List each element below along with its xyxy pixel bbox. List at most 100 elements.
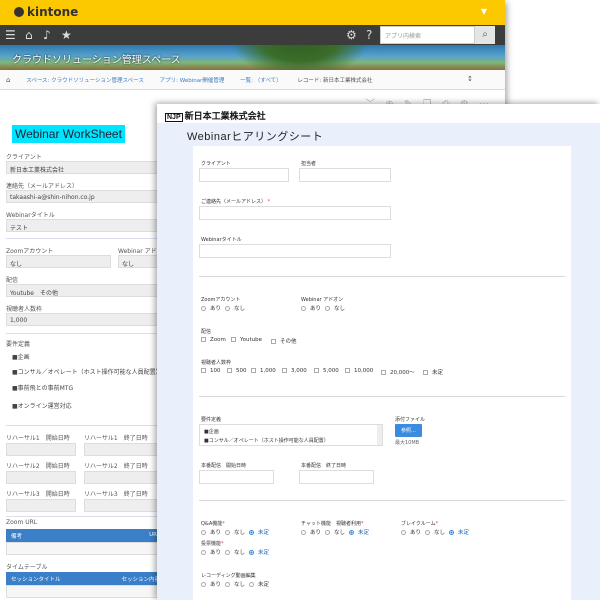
requirements-textarea[interactable]: ■企画 ■コンサル／オペレート（ホスト操作可能な人員配置） [199, 424, 383, 446]
recording-option[interactable]: あり [201, 580, 221, 588]
option-label: なし [234, 530, 246, 536]
scrollbar[interactable] [377, 425, 382, 445]
checkbox-icon [423, 370, 428, 375]
live-end-label: 本番配信 終了日時 [301, 463, 347, 469]
viewers-option[interactable]: 20,000〜 [381, 368, 415, 376]
bell-icon[interactable]: ♪ [43, 28, 51, 42]
timetable-header: セッションタイトル セッション内容 [6, 572, 166, 585]
viewers-label: 視聴者人数枠 [6, 306, 43, 313]
live-start-input[interactable] [199, 470, 274, 484]
palm-tree-image [230, 45, 370, 70]
rehearsal3-start-value [6, 499, 76, 512]
recording-option[interactable]: なし [225, 580, 245, 588]
chat-option[interactable]: 未定 [349, 528, 369, 536]
breakout-option[interactable]: 未定 [449, 528, 469, 536]
breadcrumb-space[interactable]: スペース: クラウドソリューション管理スペース [26, 78, 144, 84]
client-input[interactable] [199, 168, 289, 182]
rehearsal2-end-label: リハーサル2 終了日時 [84, 463, 148, 470]
home-icon[interactable]: ⌂ [6, 76, 10, 84]
recording-option[interactable]: 未定 [249, 580, 269, 588]
option-label: あり [410, 530, 422, 536]
kintone-logo[interactable]: kintone [14, 5, 78, 19]
requirement-item: ■企画 [12, 354, 30, 361]
required-mark: * [267, 199, 271, 205]
checkbox-icon [201, 337, 206, 342]
option-label: あり [210, 530, 222, 536]
zoom-account-option[interactable]: なし [225, 304, 245, 312]
radio-icon [201, 306, 206, 311]
option-label: あり [210, 550, 222, 556]
search-icon[interactable]: ⌕ [475, 26, 495, 44]
divider [6, 238, 166, 239]
viewers-option[interactable]: 1,000 [251, 368, 276, 374]
app-search-input[interactable]: アプリ内検索 [380, 26, 475, 44]
record-pager-icon[interactable]: ↕ [467, 75, 473, 83]
delivery-value: Youtube その他 [6, 284, 161, 297]
required-mark: * [221, 541, 224, 547]
breadcrumb-app[interactable]: アプリ: Webinar開催管理 [160, 78, 225, 84]
option-label: 10,000 [354, 368, 374, 374]
rehearsal2-start-value [6, 471, 76, 484]
qa-label-text: Q&A機能 [201, 521, 223, 527]
option-label: あり [310, 306, 322, 312]
poll-option[interactable]: 未定 [249, 548, 269, 556]
live-end-input[interactable] [299, 470, 374, 484]
delivery-option[interactable]: その他 [271, 337, 297, 345]
viewers-option[interactable]: 3,000 [282, 368, 307, 374]
breakout-option[interactable]: あり [401, 528, 421, 536]
rehearsal1-start-value [6, 443, 76, 456]
required-mark: * [435, 521, 439, 527]
help-icon[interactable]: ? [366, 28, 372, 42]
option-label: 100 [210, 368, 221, 374]
njp-logo-mark: NJP [165, 113, 183, 122]
gear-icon[interactable]: ⚙ [346, 28, 357, 42]
requirement-item: ■コンサル／オペレート（ホスト操作可能な人員配置） [204, 438, 329, 444]
option-label: なし [234, 582, 246, 588]
email-label-text: ご連絡先（メールアドレス） [201, 199, 267, 205]
qa-option[interactable]: あり [201, 528, 221, 536]
webinar-title-input[interactable] [199, 244, 391, 258]
contact-label: 連絡先（メールアドレス） [6, 183, 79, 190]
zoom-account-option[interactable]: あり [201, 304, 221, 312]
addon-option[interactable]: なし [325, 304, 345, 312]
browse-file-button[interactable]: 参照… [395, 424, 423, 437]
chevron-down-icon[interactable]: ▼ [481, 7, 487, 16]
poll-option[interactable]: あり [201, 548, 221, 556]
email-input[interactable] [199, 206, 391, 220]
form-header: NJP 新日本工業株式会社 [157, 104, 600, 124]
delivery-option[interactable]: Zoom [201, 337, 226, 343]
option-label: なし [334, 306, 346, 312]
timetable-col-title: セッションタイトル [11, 577, 61, 583]
viewers-option[interactable]: 500 [227, 368, 247, 374]
rehearsal1-end-label: リハーサル1 終了日時 [84, 435, 148, 442]
person-input[interactable] [299, 168, 391, 182]
webinar-title-value: テスト [6, 219, 161, 232]
addon-option[interactable]: あり [301, 304, 321, 312]
viewers-option[interactable]: 100 [201, 368, 221, 374]
qa-option[interactable]: 未定 [249, 528, 269, 536]
home-icon[interactable]: ⌂ [25, 28, 33, 42]
radio-icon [201, 530, 206, 535]
radio-icon [201, 582, 206, 587]
qa-label: Q&A機能* [201, 520, 225, 527]
option-label: 5,000 [323, 368, 339, 374]
attachment-note: 最大10MB [395, 440, 420, 446]
star-icon[interactable]: ★ [61, 28, 72, 42]
viewers-option[interactable]: 未定 [423, 368, 443, 376]
chat-option[interactable]: なし [325, 528, 345, 536]
checkbox-icon [201, 368, 206, 373]
viewers-option[interactable]: 10,000 [345, 368, 373, 374]
chat-option[interactable]: あり [301, 528, 321, 536]
qa-option[interactable]: なし [225, 528, 245, 536]
delivery-option[interactable]: Youtube [231, 337, 262, 343]
contact-value: takaashi-a@shin-nihon.co.jp [6, 190, 161, 203]
breadcrumb-view[interactable]: 一覧: （すべて） [240, 78, 282, 84]
viewers-option[interactable]: 5,000 [314, 368, 339, 374]
option-label: 未定 [258, 530, 270, 536]
poll-option[interactable]: なし [225, 548, 245, 556]
option-label: 3,000 [291, 368, 307, 374]
breakout-option[interactable]: なし [425, 528, 445, 536]
email-label: ご連絡先（メールアドレス） * [201, 198, 270, 205]
menu-icon[interactable]: ☰ [5, 28, 16, 42]
requirements-label: 要件定義 [201, 417, 222, 423]
